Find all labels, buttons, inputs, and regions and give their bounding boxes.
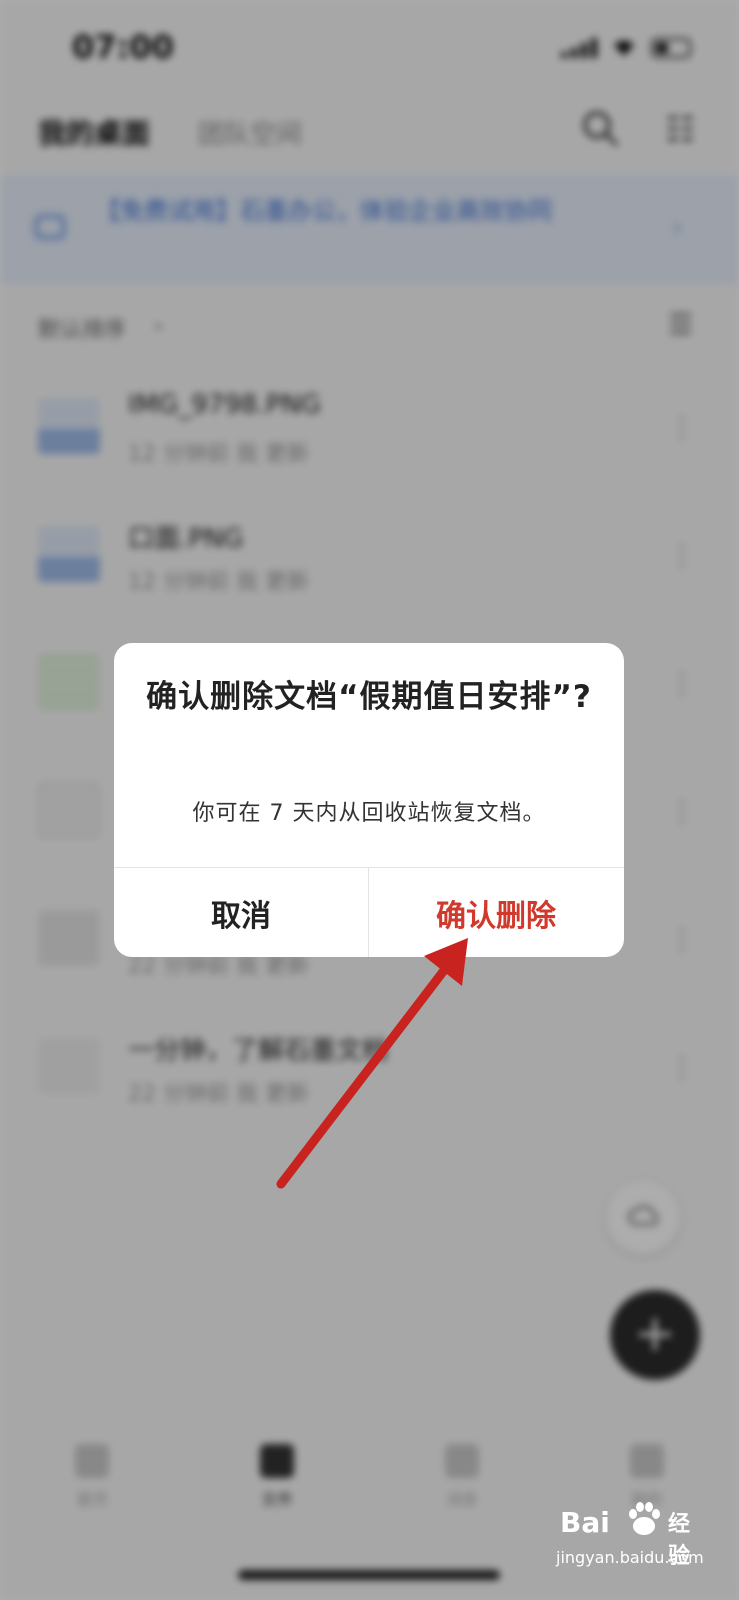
delete-confirm-dialog: 确认删除文档“假期值日安排”? 你可在 7 天内从回收站恢复文档。 取消 确认删… — [114, 643, 624, 957]
dialog-title: 确认删除文档“假期值日安排”? — [146, 679, 592, 715]
dialog-message: 你可在 7 天内从回收站恢复文档。 — [192, 801, 546, 826]
paw-icon — [629, 1502, 660, 1535]
confirm-delete-button[interactable]: 确认删除 — [369, 868, 623, 957]
watermark-brand: Bai — [560, 1506, 610, 1539]
cancel-button[interactable]: 取消 — [114, 868, 368, 957]
baidu-watermark: Bai 经验 — [556, 1492, 706, 1569]
watermark-url: jingyan.baidu.com — [556, 1548, 704, 1567]
